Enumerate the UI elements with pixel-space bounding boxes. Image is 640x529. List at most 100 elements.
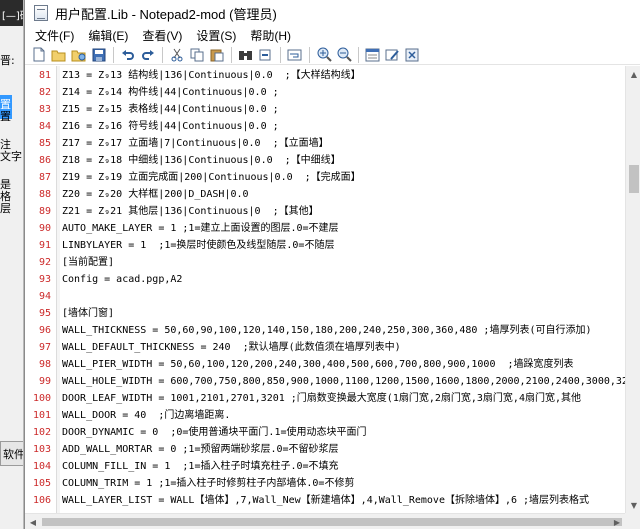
- notepad2-window: 用户配置.Lib - Notepad2-mod (管理员) 文件(F) 编辑(E…: [24, 0, 640, 529]
- line-text[interactable]: Z19 = Z₉19 立面完成面|200|Continuous|0.0 ;【完成…: [62, 169, 361, 186]
- text-editor[interactable]: 81 Z13 = Z₉13 结构线|136|Continuous|0.0 ;【大样…: [25, 66, 625, 513]
- line-number: 91: [38, 240, 51, 251]
- line-number: 87: [38, 172, 51, 183]
- window-title: 用户配置.Lib - Notepad2-mod (管理员): [55, 6, 277, 22]
- save-icon[interactable]: [89, 46, 109, 64]
- line-text[interactable]: WALL_LAYER_LIST = WALL【墙体】,7,Wall_New【新建…: [62, 492, 589, 509]
- new-icon[interactable]: [29, 46, 49, 64]
- editor-line[interactable]: 92 [当前配置]: [25, 254, 625, 271]
- line-number: 104: [32, 461, 51, 472]
- line-text[interactable]: [墙体门窗]: [62, 305, 114, 322]
- background-tab[interactable]: 置: [0, 108, 23, 124]
- editor-line[interactable]: 101 WALL_DOOR = 40 ;门边离墙距离.: [25, 407, 625, 424]
- line-number: 85: [38, 138, 51, 149]
- line-number: 92: [38, 257, 51, 268]
- menu-edit[interactable]: 编辑(E): [81, 27, 135, 45]
- toolbar-separator: [162, 46, 163, 63]
- wordwrap-icon[interactable]: [285, 46, 305, 64]
- line-text[interactable]: ADD_WALL_MORTAR = 0 ;1=预留两端砂浆层.0=不留砂浆层: [62, 441, 339, 458]
- line-text[interactable]: COLUMN_TRIM = 1 ;1=插入柱子时修剪柱子内部墙体.0=不修剪: [62, 475, 354, 492]
- scroll-right-arrow-icon[interactable]: ▶: [609, 514, 625, 529]
- editor-line[interactable]: 81 Z13 = Z₉13 结构线|136|Continuous|0.0 ;【大样…: [25, 67, 625, 84]
- line-text[interactable]: Z21 = Z₉21 其他层|136|Continuous|0 ;【其他】: [62, 203, 319, 220]
- exit-icon[interactable]: [403, 46, 423, 64]
- editor-line[interactable]: 99 WALL_HOLE_WIDTH = 600,700,750,800,850,…: [25, 373, 625, 390]
- zoom-out-icon[interactable]: [334, 46, 354, 64]
- editor-line[interactable]: 89 Z21 = Z₉21 其他层|136|Continuous|0 ;【其他】: [25, 203, 625, 220]
- line-text[interactable]: Z20 = Z₉20 大样框|200|D_DASH|0.0: [62, 186, 249, 203]
- paste-icon[interactable]: [207, 46, 227, 64]
- settings-icon[interactable]: [383, 46, 403, 64]
- replace-icon[interactable]: [256, 46, 276, 64]
- line-text[interactable]: WALL_THICKNESS = 50,60,90,100,120,140,15…: [62, 322, 592, 339]
- editor-line[interactable]: 105 COLUMN_TRIM = 1 ;1=插入柱子时修剪柱子内部墙体.0=不修…: [25, 475, 625, 492]
- menu-settings[interactable]: 设置(S): [189, 27, 243, 45]
- editor-line[interactable]: 106 WALL_LAYER_LIST = WALL【墙体】,7,Wall_New…: [25, 492, 625, 509]
- line-text[interactable]: Z18 = Z₉18 中细线|136|Continuous|0.0 ;【中细线】: [62, 152, 341, 169]
- line-number: 82: [38, 87, 51, 98]
- cut-icon[interactable]: [167, 46, 187, 64]
- title-bar[interactable]: 用户配置.Lib - Notepad2-mod (管理员): [25, 0, 640, 26]
- menu-view[interactable]: 查看(V): [135, 27, 189, 45]
- line-text[interactable]: Z16 = Z₉16 符号线|44|Continuous|0.0 ;: [62, 118, 279, 135]
- browse-icon[interactable]: [69, 46, 89, 64]
- editor-line[interactable]: 104 COLUMN_FILL_IN = 1 ;1=插入柱子时填充柱子.0=不填充: [25, 458, 625, 475]
- editor-line[interactable]: 87 Z19 = Z₉19 立面完成面|200|Continuous|0.0 ;【…: [25, 169, 625, 186]
- scheme-icon[interactable]: [363, 46, 383, 64]
- editor-line[interactable]: 95 [墙体门窗]: [25, 305, 625, 322]
- editor-line[interactable]: 84 Z16 = Z₉16 符号线|44|Continuous|0.0 ;: [25, 118, 625, 135]
- editor-line[interactable]: 96 WALL_THICKNESS = 50,60,90,100,120,140,…: [25, 322, 625, 339]
- background-tab[interactable]: 晋:: [0, 52, 23, 68]
- line-number: 105: [32, 478, 51, 489]
- line-text[interactable]: LINBYLAYER = 1 ;1=换层时使颜色及线型随层.0=不随层: [62, 237, 334, 254]
- editor-line[interactable]: 85 Z17 = Z₉17 立面墙|7|Continuous|0.0 ;【立面墙】: [25, 135, 625, 152]
- editor-line[interactable]: 94: [25, 288, 625, 305]
- editor-line[interactable]: 97 WALL_DEFAULT_THICKNESS = 240 ;默认墙厚(此数值…: [25, 339, 625, 356]
- line-text[interactable]: COLUMN_FILL_IN = 1 ;1=插入柱子时填充柱子.0=不填充: [62, 458, 339, 475]
- undo-icon[interactable]: [118, 46, 138, 64]
- notepad-app-icon[interactable]: [34, 5, 48, 21]
- line-text[interactable]: WALL_PIER_WIDTH = 50,60,100,120,200,240,…: [62, 356, 574, 373]
- line-text[interactable]: DOOR_LEAF_WIDTH = 1001,2101,2701,3201 ;门…: [62, 390, 581, 407]
- find-icon[interactable]: [236, 46, 256, 64]
- editor-line[interactable]: 98 WALL_PIER_WIDTH = 50,60,100,120,200,24…: [25, 356, 625, 373]
- line-text[interactable]: AUTO_MAKE_LAYER = 1 ;1=建立上面设置的图层.0=不建层: [62, 220, 339, 237]
- editor-line[interactable]: 82 Z14 = Z₉14 构件线|44|Continuous|0.0 ;: [25, 84, 625, 101]
- line-text[interactable]: DOOR_DYNAMIC = 0 ;0=使用普通块平面门.1=使用动态块平面门: [62, 424, 367, 441]
- vertical-scrollbar[interactable]: ▲ ▼: [625, 66, 640, 513]
- background-tab[interactable]: 文字: [0, 148, 23, 164]
- line-text[interactable]: Z15 = Z₉15 表格线|44|Continuous|0.0 ;: [62, 101, 279, 118]
- open-icon[interactable]: [49, 46, 69, 64]
- menu-file[interactable]: 文件(F): [28, 27, 81, 45]
- scroll-left-arrow-icon[interactable]: ◀: [25, 514, 41, 529]
- line-text[interactable]: Z17 = Z₉17 立面墙|7|Continuous|0.0 ;【立面墙】: [62, 135, 329, 152]
- line-text[interactable]: Config = acad.pgp,A2: [62, 271, 182, 288]
- scroll-up-arrow-icon[interactable]: ▲: [626, 66, 640, 82]
- horizontal-scrollbar[interactable]: ◀ ▶: [25, 513, 625, 529]
- line-text[interactable]: WALL_DOOR = 40 ;门边离墙距离.: [62, 407, 230, 424]
- line-text[interactable]: WALL_HOLE_WIDTH = 600,700,750,800,850,90…: [62, 373, 625, 390]
- scroll-down-arrow-icon[interactable]: ▼: [626, 497, 640, 513]
- line-text[interactable]: WALL_DEFAULT_THICKNESS = 240 ;默认墙厚(此数值须在…: [62, 339, 401, 356]
- line-text[interactable]: Z13 = Z₉13 结构线|136|Continuous|0.0 ;【大样结构…: [62, 67, 361, 84]
- line-text[interactable]: [当前配置]: [62, 254, 114, 271]
- vertical-scroll-thumb[interactable]: [629, 165, 639, 193]
- horizontal-scroll-thumb[interactable]: [42, 518, 622, 526]
- editor-line[interactable]: 90 AUTO_MAKE_LAYER = 1 ;1=建立上面设置的图层.0=不建层: [25, 220, 625, 237]
- background-bottom-button[interactable]: 软件8: [0, 441, 23, 466]
- editor-line[interactable]: 86 Z18 = Z₉18 中细线|136|Continuous|0.0 ;【中细…: [25, 152, 625, 169]
- copy-icon[interactable]: [187, 46, 207, 64]
- zoom-in-icon[interactable]: [314, 46, 334, 64]
- editor-line[interactable]: 93 Config = acad.pgp,A2: [25, 271, 625, 288]
- editor-line[interactable]: 83 Z15 = Z₉15 表格线|44|Continuous|0.0 ;: [25, 101, 625, 118]
- editor-line[interactable]: 103 ADD_WALL_MORTAR = 0 ;1=预留两端砂浆层.0=不留砂浆…: [25, 441, 625, 458]
- editor-line[interactable]: 102 DOOR_DYNAMIC = 0 ;0=使用普通块平面门.1=使用动态块平…: [25, 424, 625, 441]
- redo-icon[interactable]: [138, 46, 158, 64]
- background-tab[interactable]: 层: [0, 200, 23, 216]
- line-number: 94: [38, 291, 51, 302]
- menu-help[interactable]: 帮助(H): [243, 27, 298, 45]
- line-text[interactable]: Z14 = Z₉14 构件线|44|Continuous|0.0 ;: [62, 84, 279, 101]
- editor-line[interactable]: 88 Z20 = Z₉20 大样框|200|D_DASH|0.0: [25, 186, 625, 203]
- editor-line[interactable]: 100 DOOR_LEAF_WIDTH = 1001,2101,2701,3201…: [25, 390, 625, 407]
- editor-line[interactable]: 91 LINBYLAYER = 1 ;1=换层时使颜色及线型随层.0=不随层: [25, 237, 625, 254]
